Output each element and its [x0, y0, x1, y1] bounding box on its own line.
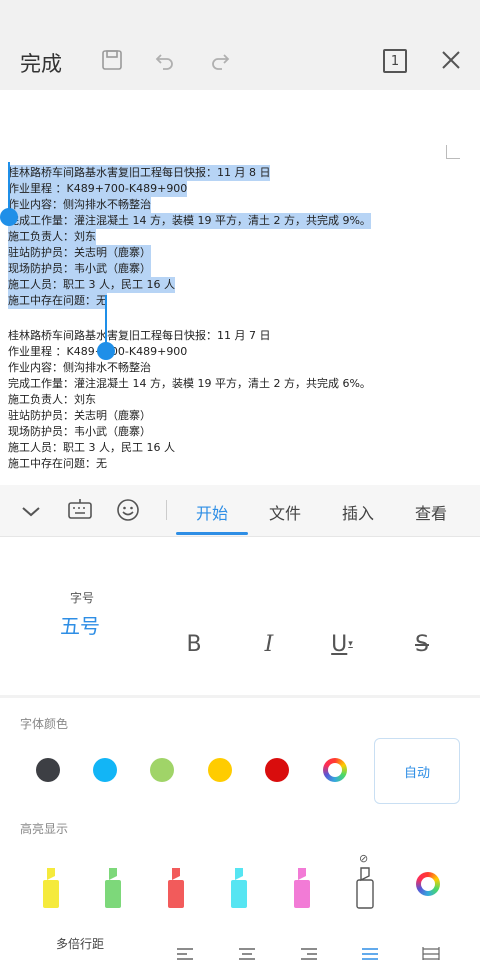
- color-panel: 字体颜色 自动 高亮显示 ⊘ 多倍行距: [0, 698, 480, 960]
- align-distributed-icon[interactable]: [422, 946, 440, 960]
- doc-line[interactable]: 施工中存在问题：无: [8, 293, 107, 309]
- redo-icon[interactable]: [205, 45, 235, 75]
- doc-line[interactable]: 施工中存在问题：无: [8, 456, 107, 472]
- bold-button[interactable]: B: [180, 629, 208, 659]
- custom-color-picker-icon[interactable]: [323, 758, 347, 782]
- doc-line[interactable]: 完成工作量：灌注混凝土 14 方，装模 19 平方，清土 2 方，共完成 9%。: [8, 213, 371, 229]
- font-size-label: 字号: [70, 591, 95, 605]
- selection-end-handle-stem: [105, 295, 107, 345]
- highlight-cyan-icon[interactable]: [227, 866, 251, 910]
- doc-line[interactable]: 现场防护员：韦小武（鹿寨）: [8, 261, 151, 277]
- ribbon-tab-bar: 开始 文件 插入 查看: [0, 485, 480, 537]
- tab-insert[interactable]: 插入: [342, 500, 374, 524]
- tab-view[interactable]: 查看: [415, 500, 447, 524]
- font-color-swatch-red[interactable]: [265, 758, 289, 782]
- undo-icon[interactable]: [150, 45, 180, 75]
- doc-line[interactable]: 驻站防护员：关志明（鹿寨）: [8, 408, 151, 424]
- emoji-icon[interactable]: [116, 498, 140, 522]
- no-highlight-symbol: ⊘: [359, 852, 369, 865]
- auto-color-button[interactable]: 自动: [374, 738, 460, 804]
- page-count-icon[interactable]: 1: [383, 49, 407, 73]
- font-format-panel: 字号 五号 B I U ▾ S: [0, 537, 480, 695]
- doc-line[interactable]: 施工人员：职工 3 人，民工 16 人: [8, 277, 175, 293]
- highlight-pink-icon[interactable]: [290, 866, 314, 910]
- selection-end-handle[interactable]: [97, 342, 115, 360]
- keyboard-icon[interactable]: [67, 498, 93, 522]
- dropdown-arrow-icon: ▾: [348, 639, 353, 649]
- doc-line[interactable]: 施工人员：职工 3 人，民工 16 人: [8, 440, 175, 456]
- doc-line[interactable]: 桂林路桥车间路基水害复旧工程每日快报：11 月 8 日: [8, 165, 271, 181]
- tab-file[interactable]: 文件: [269, 500, 301, 524]
- highlight-red-icon[interactable]: [164, 866, 188, 910]
- align-center-icon[interactable]: [238, 946, 256, 960]
- highlight-none-icon[interactable]: [353, 866, 377, 910]
- doc-line[interactable]: 施工负责人：刘东: [8, 392, 96, 408]
- underline-button[interactable]: U ▾: [328, 629, 356, 659]
- doc-line[interactable]: 作业内容：侧沟排水不畅整治: [8, 197, 151, 213]
- font-color-swatch-green[interactable]: [150, 758, 174, 782]
- align-right-icon[interactable]: [300, 946, 318, 960]
- doc-line[interactable]: 作业内容：侧沟排水不畅整治: [8, 360, 151, 376]
- font-color-title: 字体颜色: [20, 717, 69, 731]
- align-left-icon[interactable]: [176, 946, 194, 960]
- doc-line[interactable]: 驻站防护员：关志明（鹿寨）: [8, 245, 151, 261]
- top-toolbar: 完成 1: [0, 0, 480, 90]
- selection-start-handle[interactable]: [0, 208, 18, 226]
- font-size-selector[interactable]: 五号: [60, 610, 100, 639]
- align-justify-icon[interactable]: [361, 946, 379, 960]
- doc-line[interactable]: 完成工作量：灌注混凝土 14 方，装模 19 平方，清土 2 方，共完成 6%。: [8, 376, 371, 392]
- tab-start[interactable]: 开始: [196, 500, 228, 524]
- font-color-swatch-blue[interactable]: [93, 758, 117, 782]
- line-spacing-label: 多倍行距: [56, 937, 105, 951]
- save-icon[interactable]: [97, 45, 127, 75]
- doc-line[interactable]: 作业里程 ：K489+700-K489+900: [8, 181, 188, 197]
- document-canvas[interactable]: 桂林路桥车间路基水害复旧工程每日快报：11 月 8 日 作业里程 ：K489+7…: [0, 90, 480, 485]
- done-button[interactable]: 完成: [20, 48, 62, 78]
- highlight-title: 高亮显示: [20, 822, 69, 836]
- close-icon[interactable]: [436, 45, 466, 75]
- doc-line[interactable]: 桂林路桥车间路基水害复旧工程每日快报：11 月 7 日: [8, 328, 270, 344]
- underline-button-label: U: [331, 631, 348, 657]
- highlight-green-icon[interactable]: [101, 866, 125, 910]
- selection-start-handle-stem: [8, 162, 10, 212]
- font-color-swatch-yellow[interactable]: [208, 758, 232, 782]
- page-corner-mark: [446, 145, 460, 159]
- doc-line[interactable]: 现场防护员：韦小武（鹿寨）: [8, 424, 151, 440]
- italic-button[interactable]: I: [255, 629, 283, 659]
- collapse-chevron-icon[interactable]: [20, 500, 42, 522]
- custom-highlight-picker-icon[interactable]: [416, 872, 440, 896]
- strikethrough-button[interactable]: S: [408, 629, 436, 659]
- active-tab-indicator: [176, 532, 248, 535]
- tab-divider: [166, 500, 167, 520]
- font-color-swatch-dark[interactable]: [36, 758, 60, 782]
- doc-line[interactable]: 施工负责人：刘东: [8, 229, 96, 245]
- highlight-yellow-icon[interactable]: [39, 866, 63, 910]
